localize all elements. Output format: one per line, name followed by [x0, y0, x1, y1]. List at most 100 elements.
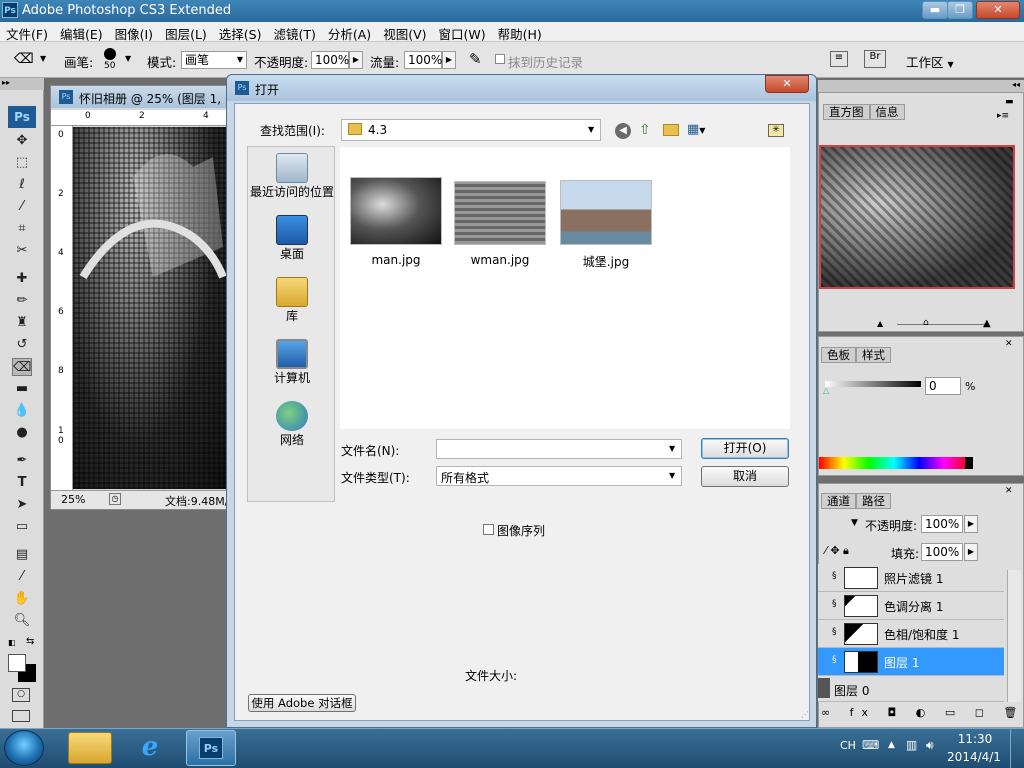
zoom-slider[interactable]	[897, 324, 989, 325]
menu-analysis[interactable]: 分析(A)	[322, 22, 377, 43]
crop-tool-icon[interactable]: ⌗	[12, 220, 32, 238]
minimize-button[interactable]: ▬	[922, 1, 948, 19]
internet-explorer-taskbar-icon[interactable]: e	[128, 732, 172, 764]
workspace-button[interactable]: 工作区 ▼	[906, 52, 954, 71]
ps-toolbox-logo-icon[interactable]: Ps	[8, 106, 36, 128]
place-computer[interactable]: 计算机	[252, 339, 332, 386]
tab-styles[interactable]: 样式	[856, 347, 891, 363]
cancel-button[interactable]: 取消	[701, 466, 789, 487]
flow-input[interactable]: 100%	[404, 51, 442, 69]
palette-well-icon[interactable]: ≡	[830, 51, 848, 67]
opacity-input[interactable]: 100%	[311, 51, 349, 69]
pen-tool-icon[interactable]: ✒	[12, 452, 32, 470]
menu-window[interactable]: 窗口(W)	[433, 22, 492, 43]
file-item[interactable]: wman.jpg	[454, 181, 555, 267]
explorer-taskbar-icon[interactable]	[68, 732, 112, 764]
brush-tool-icon[interactable]: ✏	[12, 292, 32, 310]
place-recent[interactable]: 最近访问的位置	[250, 153, 334, 200]
healing-brush-tool-icon[interactable]: ✚	[12, 270, 32, 288]
path-selection-tool-icon[interactable]: ➤	[12, 496, 32, 514]
layer-row-selected[interactable]: § 图层 1	[818, 648, 1004, 676]
menu-edit[interactable]: 编辑(E)	[54, 22, 109, 43]
app-title-bar[interactable]: Ps Adobe Photoshop CS3 Extended ▬ ❐ ✕	[0, 0, 1024, 22]
network-tray-icon[interactable]: ▥	[906, 738, 917, 752]
menu-view[interactable]: 视图(V)	[377, 22, 432, 43]
quick-mask-icon[interactable]: ○	[12, 688, 30, 702]
notes-tool-icon[interactable]: ▤	[12, 546, 32, 564]
brush-preview-icon[interactable]	[104, 48, 116, 60]
place-desktop[interactable]: 桌面	[252, 215, 332, 262]
photoshop-taskbar-button[interactable]: Ps	[186, 730, 236, 766]
place-library[interactable]: 库	[252, 277, 332, 324]
tool-preset-dropdown-icon[interactable]: ▼	[40, 54, 46, 63]
color-slider-thumb[interactable]: △	[823, 386, 829, 395]
type-tool-icon[interactable]: T	[12, 474, 32, 492]
document-title-bar[interactable]: Ps 怀旧相册 @ 25% (图层 1, R	[51, 86, 229, 108]
menu-layer[interactable]: 图层(L)	[159, 22, 213, 43]
lookin-select[interactable]: 4.3 ▼	[341, 119, 601, 141]
fill-arrow-icon[interactable]: ▶	[964, 543, 978, 561]
fill-input[interactable]: 100%	[921, 543, 963, 561]
panel-close-icon[interactable]: ✕	[1005, 339, 1013, 349]
dodge-tool-icon[interactable]: ●	[12, 424, 32, 442]
restore-button[interactable]: ❐	[947, 1, 973, 19]
default-colors-icon[interactable]: ◧	[8, 638, 18, 648]
view-menu-icon[interactable]: ▦▼	[687, 122, 705, 137]
mode-select[interactable]: 画笔 ▼	[181, 51, 247, 69]
filetype-select[interactable]: 所有格式 ▼	[436, 466, 682, 486]
swap-colors-icon[interactable]: ⇆	[26, 636, 34, 647]
layers-scrollbar[interactable]	[1007, 570, 1021, 702]
up-folder-icon[interactable]: ⇧	[639, 122, 651, 138]
menu-image[interactable]: 图像(I)	[109, 22, 159, 43]
new-folder-icon[interactable]	[663, 124, 679, 136]
tab-swatches[interactable]: 色板	[821, 347, 856, 363]
place-network[interactable]: 网络	[252, 401, 332, 448]
volume-icon[interactable]: 🔊︎	[926, 738, 934, 753]
layer-opacity-arrow-icon[interactable]: ▶	[964, 515, 978, 533]
browse-folder-icon[interactable]: ✳	[768, 124, 784, 137]
tab-channels[interactable]: 通道	[821, 493, 856, 509]
slice-tool-icon[interactable]: ✂	[12, 242, 32, 260]
filename-input[interactable]: ▼	[436, 439, 682, 459]
magic-wand-tool-icon[interactable]: ⁄	[12, 198, 32, 216]
clock-date[interactable]: 2014/4/1	[944, 750, 1004, 764]
clock-time[interactable]: 11:30	[950, 732, 1000, 746]
menu-file[interactable]: 文件(F)	[0, 22, 54, 43]
open-button[interactable]: 打开(O)	[701, 438, 789, 459]
adobe-dialog-button[interactable]: 使用 Adobe 对话框	[248, 694, 356, 712]
windows-start-icon[interactable]	[4, 730, 44, 766]
show-desktop-button[interactable]	[1010, 729, 1024, 768]
file-item[interactable]: man.jpg	[350, 177, 451, 267]
history-checkbox[interactable]	[495, 54, 505, 64]
status-menu-icon[interactable]: ◷	[109, 493, 121, 505]
lasso-tool-icon[interactable]: ℓ	[12, 176, 32, 194]
navigator-preview[interactable]	[819, 145, 1015, 289]
layer-row[interactable]: § 色相/饱和度 1	[818, 620, 1004, 648]
dialog-close-button[interactable]: ✕	[765, 75, 809, 93]
zoom-out-icon[interactable]: ▲	[877, 319, 883, 328]
layer-opacity-input[interactable]: 100%	[921, 515, 963, 533]
zoom-slider-thumb[interactable]: ⌂	[923, 318, 929, 328]
tab-paths[interactable]: 路径	[856, 493, 891, 509]
menu-help[interactable]: 帮助(H)	[492, 22, 548, 43]
tab-info[interactable]: 信息	[869, 104, 905, 120]
toolbox-header[interactable]: ▸▸	[0, 78, 44, 90]
dialog-title-bar[interactable]: Ps 打开 ✕	[227, 75, 816, 101]
image-sequence-checkbox[interactable]	[483, 524, 494, 535]
bridge-icon[interactable]: Br	[864, 50, 886, 68]
panel-close-icon[interactable]: ✕	[1005, 486, 1013, 496]
layer-row[interactable]: 图层 0	[818, 676, 1004, 702]
resize-grip-icon[interactable]: ⋰	[801, 710, 809, 719]
gradient-tool-icon[interactable]: ▬	[12, 380, 32, 398]
file-list[interactable]: man.jpg wman.jpg 城堡.jpg	[340, 147, 790, 429]
brush-dropdown-icon[interactable]: ▼	[125, 54, 131, 63]
blur-tool-icon[interactable]: 💧	[12, 402, 32, 420]
color-spectrum-bar[interactable]	[819, 457, 969, 469]
file-item[interactable]: 城堡.jpg	[560, 180, 661, 270]
spectrum-black[interactable]	[965, 457, 973, 469]
color-value-input[interactable]: 0	[925, 377, 961, 395]
lock-icons[interactable]: ⁄ ✥ 🔒︎	[825, 544, 849, 558]
eraser-tool-preset-icon[interactable]: ⌫	[14, 51, 38, 69]
move-tool-icon[interactable]: ✥	[12, 132, 32, 150]
keyboard-icon[interactable]: ⌨	[862, 738, 879, 752]
